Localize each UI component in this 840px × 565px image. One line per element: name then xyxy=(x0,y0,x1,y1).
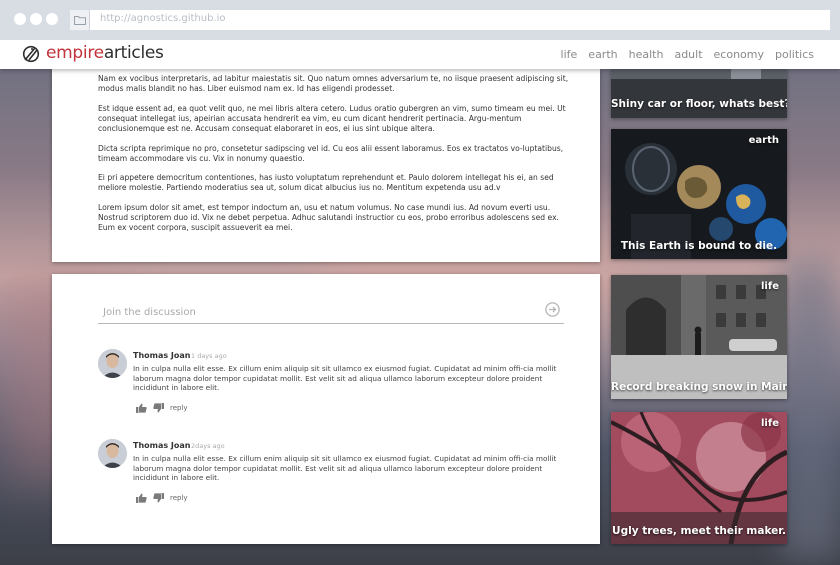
url-text: http://agnostics.github.io xyxy=(100,13,226,24)
sidebar-card-caption: Shiny car or floor, whats best? xyxy=(611,98,787,110)
reply-link[interactable]: reply xyxy=(170,494,188,502)
submit-arrow-icon[interactable] xyxy=(545,302,560,321)
comment-actions: reply xyxy=(136,488,188,507)
window-minimize-button[interactable] xyxy=(30,13,42,25)
sidebar-card-tag: earth xyxy=(748,135,779,146)
browser-chrome: http://agnostics.github.io xyxy=(0,0,840,40)
comment-text: In in culpa nulla elit esse. Ex cillum e… xyxy=(133,454,557,482)
thumbs-up-icon[interactable] xyxy=(136,488,147,507)
avatar[interactable] xyxy=(98,349,127,378)
thumbs-up-icon[interactable] xyxy=(136,398,147,417)
comment-item: Thomas Joan 1 days ago In in culpa nulla… xyxy=(98,349,568,419)
article-paragraph: Ei pri appetere democritum contentiones,… xyxy=(98,173,554,192)
sidebar-card-trees[interactable]: life Ugly trees, meet their maker. xyxy=(611,412,787,544)
reply-link[interactable]: reply xyxy=(170,404,188,412)
discussion-card: Join the discussion Thomas Joan 1 days a… xyxy=(52,274,600,544)
comment-author[interactable]: Thomas Joan xyxy=(133,441,191,450)
page-viewport: empirearticles life earth health adult e… xyxy=(0,40,840,565)
comment-timestamp: 1 days ago xyxy=(191,352,227,360)
nav-link-politics[interactable]: politics xyxy=(775,48,814,61)
nav-link-earth[interactable]: earth xyxy=(588,48,617,61)
thumbs-down-icon[interactable] xyxy=(153,398,164,417)
brand-wordmark[interactable]: empirearticles xyxy=(46,43,164,63)
folder-icon xyxy=(70,10,90,30)
sidebar-card-snow[interactable]: life Record breaking snow in Maine xyxy=(611,275,787,399)
sidebar-card-tag: life xyxy=(761,418,779,429)
comment-item: Thomas Joan 2days ago In in culpa nulla … xyxy=(98,439,568,509)
sidebar-card-caption: This Earth is bound to die. xyxy=(620,240,778,252)
logo-icon[interactable] xyxy=(22,45,40,67)
thumbs-down-icon[interactable] xyxy=(153,488,164,507)
nav-link-economy[interactable]: economy xyxy=(714,48,764,61)
car-floor-image xyxy=(611,69,787,118)
comment-timestamp: 2days ago xyxy=(191,442,225,450)
avatar[interactable] xyxy=(98,439,127,468)
article-paragraph: Nam ex vocibus interpretaris, ad labitur… xyxy=(98,74,569,93)
sidebar-card-caption: Record breaking snow in Maine xyxy=(611,381,787,393)
window-close-button[interactable] xyxy=(14,13,26,25)
comment-text: In in culpa nulla elit esse. Ex cillum e… xyxy=(133,364,557,392)
article-paragraph: Est idque essent ad, ea quot velit quo, … xyxy=(98,104,566,133)
article-paragraph: Dicta scripta reprimique no pro, consete… xyxy=(98,144,564,163)
article-paragraph: Lorem ipsum dolor sit amet, est tempor i… xyxy=(98,203,559,232)
brand-part-empire: empire xyxy=(46,43,104,63)
comment-author[interactable]: Thomas Joan xyxy=(133,351,191,360)
nav-links: life earth health adult economy politics xyxy=(561,48,814,61)
discussion-input[interactable]: Join the discussion xyxy=(103,307,196,318)
sidebar-card-earth[interactable]: earth This Earth is bound to die. xyxy=(611,129,787,259)
address-bar[interactable]: http://agnostics.github.io xyxy=(70,10,830,30)
sidebar-card-tag: life xyxy=(761,281,779,292)
sidebar-card-car[interactable]: Shiny car or floor, whats best? xyxy=(611,69,787,118)
window-maximize-button[interactable] xyxy=(46,13,58,25)
discussion-input-underline xyxy=(98,323,564,324)
brand-part-articles: articles xyxy=(103,43,164,63)
nav-link-life[interactable]: life xyxy=(561,48,578,61)
sidebar-card-caption: Ugly trees, meet their maker. xyxy=(612,525,786,537)
top-navbar: empirearticles life earth health adult e… xyxy=(0,40,840,69)
comment-actions: reply xyxy=(136,398,188,417)
nav-link-adult[interactable]: adult xyxy=(674,48,702,61)
article-card: Nam ex vocibus interpretaris, ad labitur… xyxy=(52,69,600,262)
nav-link-health[interactable]: health xyxy=(629,48,664,61)
